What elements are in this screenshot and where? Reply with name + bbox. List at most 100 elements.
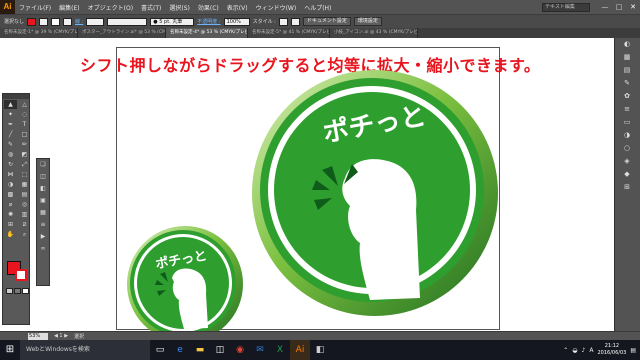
close-button[interactable]: ✕ — [626, 0, 640, 14]
rotate-tool-icon[interactable]: ↻ — [4, 160, 17, 169]
type-tool-icon[interactable]: T — [18, 120, 31, 129]
graph-tool-icon[interactable]: ▥ — [18, 210, 31, 219]
excel-icon[interactable]: X — [270, 340, 290, 360]
restore-button[interactable]: □ — [612, 0, 626, 14]
file-explorer-icon[interactable]: ▬ — [190, 340, 210, 360]
artboard-tool-icon[interactable]: ⊞ — [4, 220, 17, 229]
gradient-mode-icon[interactable] — [14, 288, 21, 294]
scale-tool-icon[interactable]: ⤢ — [18, 160, 31, 169]
preferences-button[interactable]: 環境設定 — [353, 17, 382, 26]
stroke-color-swatch[interactable] — [15, 269, 27, 281]
tab-document-1[interactable]: 名称未設定-1* @ 39 % (CMYK/プレビュー) — [0, 28, 78, 38]
brushes-panel-icon[interactable]: ✎ — [615, 77, 639, 90]
width-tool-icon[interactable]: ⋈ — [4, 170, 17, 179]
app-icon[interactable]: ◧ — [310, 340, 330, 360]
selection-tool-icon[interactable]: ▲ — [4, 100, 17, 109]
symbol-sprayer-tool-icon[interactable]: ✺ — [4, 210, 17, 219]
style-dropdown[interactable] — [290, 17, 300, 26]
illustrator-taskbar-icon[interactable]: Ai — [290, 340, 310, 360]
menu-edit[interactable]: 編集(E) — [55, 3, 83, 12]
pencil-tool-icon[interactable]: ✏ — [18, 140, 31, 149]
none-mode-icon[interactable] — [22, 288, 29, 294]
fill-dropdown[interactable] — [39, 17, 49, 26]
menu-view[interactable]: 表示(V) — [223, 3, 252, 12]
task-view-icon[interactable]: ▭ — [150, 340, 170, 360]
appearance-panel-icon[interactable]: ○ — [615, 142, 639, 155]
magic-wand-tool-icon[interactable]: ✦ — [4, 110, 17, 119]
menu-file[interactable]: ファイル(F) — [15, 3, 55, 12]
swatches-icon[interactable]: ▦ — [37, 207, 49, 219]
stroke-weight-select[interactable] — [86, 17, 105, 26]
swatches-panel-icon[interactable]: ▤ — [615, 64, 639, 77]
status-mode[interactable]: 選択 — [74, 333, 84, 340]
color-panel-icon[interactable]: ◐ — [615, 38, 639, 51]
menu-help[interactable]: ヘルプ(H) — [300, 3, 335, 12]
hand-tool-icon[interactable]: ✋ — [4, 230, 17, 239]
gradient-tool-icon[interactable]: ▤ — [18, 190, 31, 199]
large-badge[interactable]: ポチっと — [252, 70, 498, 316]
zoom-tool-icon[interactable]: ⌕ — [18, 230, 31, 239]
notification-icon[interactable]: ▤ — [630, 347, 636, 354]
color-mode-icon[interactable] — [6, 288, 13, 294]
artboards-panel-icon[interactable]: ⊞ — [615, 181, 639, 194]
opacity-input[interactable]: 100% — [223, 17, 250, 26]
direct-selection-tool-icon[interactable]: △ — [18, 100, 31, 109]
stroke-panel-icon[interactable]: ≡ — [615, 103, 639, 116]
transform-icon[interactable]: ◫ — [37, 171, 49, 183]
transparency-panel-icon[interactable]: ◑ — [615, 129, 639, 142]
play-icon[interactable]: ▶ — [37, 231, 49, 243]
document-setup-button[interactable]: ドキュメント設定 — [302, 17, 351, 26]
free-transform-tool-icon[interactable]: ⬚ — [18, 170, 31, 179]
stroke-dropdown[interactable] — [63, 17, 73, 26]
minimize-button[interactable]: — — [598, 0, 612, 14]
opacity-label[interactable]: 不透明度 : — [197, 18, 220, 25]
stroke-swatch[interactable] — [51, 17, 61, 26]
chrome-icon[interactable]: ◉ — [230, 340, 250, 360]
variable-width-select[interactable] — [107, 17, 148, 26]
menu-effect[interactable]: 効果(C) — [194, 3, 223, 12]
slice-tool-icon[interactable]: ⧄ — [18, 220, 31, 229]
windows-start-icon[interactable]: ⊞ — [0, 340, 20, 360]
artboard-navigator[interactable]: ◀ 1 ▶ — [54, 333, 68, 339]
align-icon[interactable]: ▣ — [37, 195, 49, 207]
menu-select[interactable]: 選択(S) — [165, 3, 194, 12]
eraser-tool-icon[interactable]: ◩ — [18, 150, 31, 159]
eyedropper-tool-icon[interactable]: ⌀ — [4, 200, 17, 209]
line-tool-icon[interactable]: ╱ — [4, 130, 17, 139]
link-icon[interactable]: ∞ — [37, 243, 49, 255]
shape-builder-tool-icon[interactable]: ◑ — [4, 180, 17, 189]
tab-document-4[interactable]: 名称未設定-5* @ 41 % (CMYK/プレビュー) — [248, 28, 330, 38]
blend-tool-icon[interactable]: ◎ — [18, 200, 31, 209]
gradient-panel-icon[interactable]: ▭ — [615, 116, 639, 129]
small-badge[interactable]: ポチっと — [127, 226, 243, 331]
layer-icon[interactable]: ❏ — [37, 159, 49, 171]
tab-document-3[interactable]: 名称未設定-4* @ 53 % (CMYK/プレビュー) — [166, 28, 248, 38]
volume-icon[interactable]: ♪ — [582, 347, 586, 354]
menu-type[interactable]: 書式(T) — [137, 3, 165, 12]
paintbrush-tool-icon[interactable]: ✎ — [4, 140, 17, 149]
tab-document-5[interactable]: 小枝_アイコン.ai @ 43 % (CMYK/プレビュー) — [330, 28, 418, 38]
lasso-tool-icon[interactable]: ◌ — [18, 110, 31, 119]
menu-object[interactable]: オブジェクト(O) — [84, 3, 137, 12]
store-icon[interactable]: ◫ — [210, 340, 230, 360]
brush-select[interactable]: ● 5 pt. 丸筆 — [150, 17, 195, 26]
symbols-panel-icon[interactable]: ✿ — [615, 90, 639, 103]
graphic-styles-panel-icon[interactable]: ◈ — [615, 155, 639, 168]
ime-icon[interactable]: A — [589, 347, 593, 354]
stroke-label[interactable]: 線 : — [75, 18, 83, 25]
rectangle-tool-icon[interactable]: □ — [18, 130, 31, 139]
mesh-tool-icon[interactable]: ▩ — [4, 190, 17, 199]
perspective-grid-tool-icon[interactable]: ▦ — [18, 180, 31, 189]
zoom-select[interactable]: 53% — [28, 332, 48, 340]
tab-document-2[interactable]: ポスター_アウトライン.ai* @ 53 % (CMYK/プレビュー) — [78, 28, 166, 38]
pen-tool-icon[interactable]: ✒ — [4, 120, 17, 129]
workspace-search-input[interactable]: テキスト編集 — [542, 2, 590, 12]
pathfinder-icon[interactable]: ◧ — [37, 183, 49, 195]
layers-panel-icon[interactable]: ◆ — [615, 168, 639, 181]
fill-swatch[interactable] — [27, 17, 37, 26]
canvas[interactable]: シフト押しながらドラッグすると均等に拡大・縮小できます。 ポチっと ポチっと ▲… — [0, 38, 614, 331]
style-swatch[interactable] — [278, 17, 288, 26]
tray-chevron-icon[interactable]: ⌃ — [563, 347, 568, 354]
network-icon[interactable]: ◒ — [572, 347, 577, 354]
menu-window[interactable]: ウィンドウ(W) — [252, 3, 301, 12]
